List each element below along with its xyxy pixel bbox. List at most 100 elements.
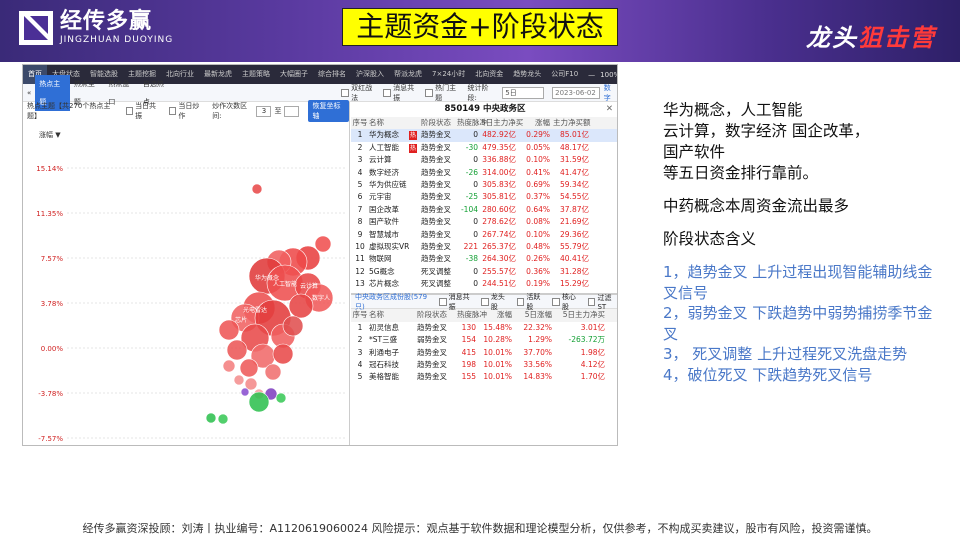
freq-label: 炒作次数区间: (212, 102, 248, 120)
freq-to-label: 至 (274, 107, 282, 115)
commentary-stage-heading: 阶段状态含义 (663, 230, 757, 248)
app-tab-10[interactable]: 帮派龙虎 (389, 65, 427, 84)
brand-text-a: 龙头 (806, 24, 858, 52)
y-tick-label: 15.14% (36, 165, 63, 173)
bubble-label: 芯片 (235, 316, 247, 324)
logo-text-cn: 经传多赢 (60, 9, 153, 34)
hot-badge: 热 (409, 131, 418, 141)
digital-link[interactable]: 数字 (604, 83, 617, 103)
constituents-checkbox-4[interactable]: 过滤ST (587, 293, 617, 311)
window-controls: —100%+⚙▣✕ (583, 71, 617, 79)
theme-bubble[interactable] (217, 413, 229, 425)
filter-label: 统计阶段: (467, 83, 489, 102)
app-tab-12[interactable]: 北向资金 (470, 65, 508, 84)
table-row[interactable]: 12 5G概念 死叉调整 0 255.57亿 0.36% 31.28亿 (351, 266, 617, 278)
table-row[interactable]: 10 虚拟现实VR 趋势金叉 221 265.37亿 0.48% 55.79亿 (351, 241, 617, 253)
theme-bubble[interactable] (240, 387, 250, 397)
bubble-label: 云计算 (300, 282, 318, 290)
commentary-outflow: 中药概念本周资金流出最多 (663, 197, 850, 215)
brand-text-b: 狙击营 (858, 24, 936, 52)
slide: 经传多赢 JINGZHUAN DUOYING 主题资金+阶段状态 龙头狙击营 首… (0, 0, 960, 540)
theme-bubble[interactable] (205, 412, 217, 424)
bubble-panel-header: 热点主题【共270个热点主题】 当日共振 当日炒作 炒作次数区间: 3 至 恢复… (23, 100, 349, 122)
table-row[interactable]: 6 元宇宙 趋势金叉 -25 305.81亿 0.37% 54.55亿 (351, 191, 617, 203)
app-tab-7[interactable]: 大幅圈子 (275, 65, 313, 84)
checkbox-day-hype[interactable]: 当日炒作 (168, 101, 204, 121)
constituent-row[interactable]: 2 *ST三盛 弱势金叉 154 10.28% 1.29% -263.72万 (351, 334, 617, 346)
table-row[interactable]: 3 云计算 趋势金叉 0 336.88亿 0.10% 31.59亿 (351, 154, 617, 166)
logo-icon (18, 10, 54, 46)
theme-bubble[interactable] (272, 343, 294, 365)
constituent-row[interactable]: 3 利通电子 趋势金叉 415 10.01% 37.70% 1.98亿 (351, 347, 617, 359)
window-control-1[interactable]: 100% (600, 71, 617, 79)
commentary-stage-item-4: 4，破位死叉 下跌趋势死叉信号 (663, 365, 873, 384)
sort-by-change[interactable]: 涨幅 ▼ (39, 130, 61, 140)
constituent-row[interactable]: 1 初灵信息 趋势金叉 130 15.48% 22.32% 3.01亿 (351, 322, 617, 334)
constituents-header-row: 序号 名称 阶段状态 热度脉冲 涨幅 5日涨幅 5日主力净买 (351, 309, 617, 322)
app-tab-5[interactable]: 最新龙虎 (199, 65, 237, 84)
app-tab-11[interactable]: 7×24小时 (427, 65, 470, 84)
bubble-chart-panel: 热点主题【共270个热点主题】 当日共振 当日炒作 炒作次数区间: 3 至 恢复… (23, 100, 350, 445)
brand-logo: 龙头狙击营 (806, 18, 936, 53)
theme-bubble[interactable] (275, 392, 287, 404)
table-row[interactable]: 7 国企改革 趋势金叉 -104 280.60亿 0.64% 37.87亿 (351, 204, 617, 216)
table-row[interactable]: 2 人工智能热趋势金叉 -30 479.35亿 0.05% 48.17亿 (351, 142, 617, 154)
window-control-0[interactable]: — (588, 71, 595, 79)
theme-bubble[interactable] (251, 183, 263, 195)
table-row[interactable]: 5 华为供应链 趋势金叉 0 305.83亿 0.69% 59.34亿 (351, 179, 617, 191)
logo-text-en: JINGZHUAN DUOYING (60, 35, 174, 45)
table-row[interactable]: 9 智慧城市 趋势金叉 0 267.74亿 0.10% 29.36亿 (351, 229, 617, 241)
theme-bubble[interactable] (264, 363, 282, 381)
theme-bubble[interactable] (282, 315, 304, 337)
table-header-row: 序号 名称 阶段状态 热度脉冲 5日主力净买 涨幅 主力净买额 (351, 117, 617, 130)
theme-bubble[interactable] (226, 339, 248, 361)
theme-bubble[interactable] (222, 359, 236, 373)
y-tick-label: 7.57% (41, 255, 64, 263)
freq-from-input[interactable]: 3 (256, 105, 272, 117)
theme-bubble[interactable] (314, 235, 332, 253)
table-row[interactable]: 11 物联网 趋势金叉 -38 264.30亿 0.26% 40.41亿 (351, 253, 617, 265)
table-row[interactable]: 13 芯片概念 死叉调整 0 244.51亿 0.19% 15.29亿 (351, 278, 617, 290)
theme-bubble[interactable] (239, 358, 259, 378)
table-row[interactable]: 4 数字经济 趋势金叉 -26 314.00亿 0.41% 41.47亿 (351, 167, 617, 179)
y-tick-label: -7.57% (38, 435, 63, 443)
y-tick-label: 11.35% (36, 210, 63, 218)
hot-badge: 热 (409, 143, 418, 153)
date-input[interactable]: 2023-06-02 (552, 86, 600, 99)
commentary-stage-item-2: 2，弱势金叉 下跌趋势中弱势捕捞季节金叉 (663, 304, 933, 343)
table-title: 850149 中央政务区 ✕ (351, 102, 617, 117)
freq-to-input[interactable] (284, 105, 300, 117)
y-tick-label: 3.78% (41, 300, 64, 308)
checkbox-news-resonance[interactable]: 消息共振 (383, 83, 419, 103)
page-title: 主题资金+阶段状态 (342, 8, 618, 46)
checkbox-hot-theme[interactable]: 热门主题 (425, 83, 461, 103)
app-window: 首页大盘状态智能选股主题挖掘北向行业最新龙虎主题策略大幅圈子综合排名沪深股入帮派… (22, 64, 618, 446)
commentary-summary: 华为概念，人工智能 云计算，数字经济 国企改革， 国产软件 等五日资金排行靠前。 (663, 101, 870, 182)
commentary-stage-item-3: 3， 死叉调整 上升过程死叉洗盘走势 (663, 345, 908, 363)
app-tab-14[interactable]: 公司F10 (546, 65, 583, 84)
reset-axis-button[interactable]: 恢复坐标轴 (308, 100, 349, 122)
bubble-label: 数字人 (312, 294, 330, 302)
constituent-row[interactable]: 5 美格智能 趋势金叉 155 10.01% 14.83% 1.70亿 (351, 371, 617, 383)
bubble-label: 光电雷达 (243, 306, 267, 314)
theme-bubble[interactable] (248, 391, 270, 413)
app-tab-6[interactable]: 主题策略 (237, 65, 275, 84)
table-row[interactable]: 8 国产软件 趋势金叉 0 278.62亿 0.08% 21.69亿 (351, 216, 617, 228)
bubble-chart[interactable]: 15.14%11.35%7.57%3.78%0.00%-3.78%-7.57%华… (23, 140, 350, 445)
close-icon[interactable]: ✕ (606, 102, 613, 117)
app-tab-8[interactable]: 综合排名 (313, 65, 351, 84)
commentary-stage-item-1: 1，趋势金叉 上升过程出现智能辅助线金叉信号 (663, 263, 933, 302)
theme-bubble[interactable] (288, 293, 314, 319)
y-tick-label: -3.78% (38, 390, 63, 398)
constituents-toolbar: 中央政务区成份股(579只) 消息共振 龙头股 活跃股 核心股 过滤ST (351, 293, 617, 311)
app-tab-13[interactable]: 趋势龙头 (508, 65, 546, 84)
table-row[interactable]: 1 华为概念热趋势金叉 0 482.92亿 0.29% 85.01亿 (351, 129, 617, 142)
theme-table-panel: 850149 中央政务区 ✕ 序号 名称 阶段状态 热度脉冲 5日主力净买 涨幅… (351, 102, 617, 445)
checkbox-day-resonance[interactable]: 当日共振 (125, 101, 161, 121)
back-icon[interactable]: « (23, 84, 35, 102)
theme-bubble[interactable] (233, 374, 245, 386)
app-tab-9[interactable]: 沪深股入 (351, 65, 389, 84)
constituent-row[interactable]: 4 冠石科技 趋势金叉 198 10.01% 33.56% 4.12亿 (351, 359, 617, 371)
period-select[interactable]: 5日 (502, 86, 545, 99)
header-band: 经传多赢 JINGZHUAN DUOYING 主题资金+阶段状态 龙头狙击营 (0, 0, 960, 62)
